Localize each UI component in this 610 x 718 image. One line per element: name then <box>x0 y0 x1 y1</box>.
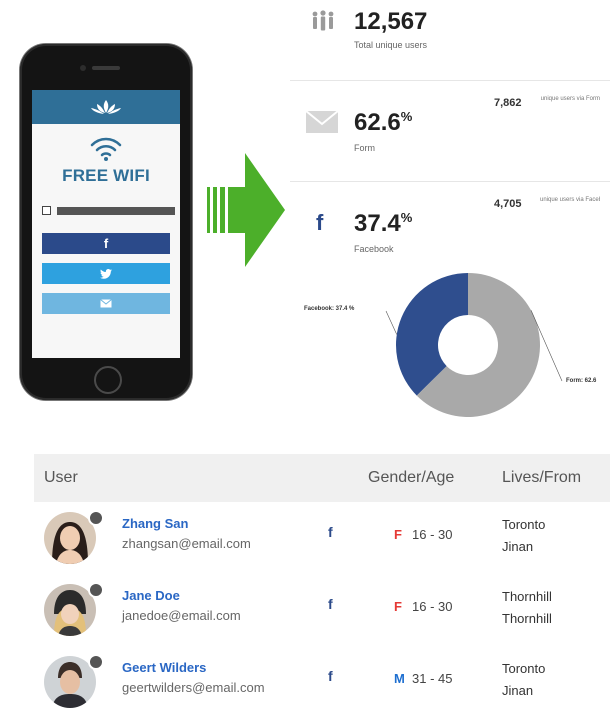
terms-checkbox-row[interactable] <box>42 206 180 215</box>
user-email: geertwilders@email.com <box>122 680 265 695</box>
table-row[interactable]: Zhang San zhangsan@email.com f F 16 - 30… <box>34 502 610 574</box>
source-donut-chart <box>385 273 563 417</box>
donut-label-facebook: Facebook: 37.4 % <box>304 306 355 312</box>
facebook-login-button[interactable]: f <box>42 233 170 254</box>
phone-screen: FREE WIFI f <box>32 90 180 358</box>
email-icon <box>100 299 112 308</box>
from-city: Jinan <box>502 539 534 554</box>
twitter-icon <box>100 268 112 279</box>
status-badge <box>88 654 104 670</box>
wifi-icon <box>90 137 122 161</box>
facebook-source-icon: f <box>328 596 333 612</box>
table-header: User Gender/Age Lives/From <box>34 454 610 502</box>
status-badge <box>88 510 104 526</box>
terms-checkbox[interactable] <box>42 206 51 215</box>
home-button <box>94 366 122 394</box>
stats-panel: 12,567 Total unique users 62.6% Form 7,8… <box>290 0 610 420</box>
from-city: Jinan <box>502 683 534 698</box>
age-range: 16 - 30 <box>412 599 453 614</box>
lives-city: Toronto <box>502 517 546 532</box>
screen-header <box>32 90 180 124</box>
table-row[interactable]: Jane Doe janedoe@email.com f F 16 - 30 T… <box>34 574 610 646</box>
lives-city: Thornhill <box>502 589 552 604</box>
from-city: Thornhill <box>502 611 552 626</box>
user-email: zhangsan@email.com <box>122 536 251 551</box>
age-range: 31 - 45 <box>412 671 453 686</box>
speaker-slot <box>92 66 120 70</box>
status-badge <box>88 582 104 598</box>
right-arrow-icon <box>207 153 285 267</box>
header-user[interactable]: User <box>44 469 78 487</box>
facebook-source-icon: f <box>328 524 333 540</box>
users-table: User Gender/Age Lives/From Zhang San zha… <box>34 454 610 718</box>
free-wifi-title: FREE WIFI <box>62 166 150 185</box>
age-range: 16 - 30 <box>412 527 453 542</box>
gender-badge: F <box>394 527 402 542</box>
user-name[interactable]: Geert Wilders <box>122 660 206 675</box>
camera-dot <box>80 65 86 71</box>
email-login-button[interactable] <box>42 293 170 314</box>
lives-city: Toronto <box>502 661 546 676</box>
gender-badge: M <box>394 671 405 686</box>
user-email: janedoe@email.com <box>122 608 241 623</box>
header-lives-from[interactable]: Lives/From <box>502 469 581 487</box>
twitter-login-button[interactable] <box>42 263 170 284</box>
user-name[interactable]: Zhang San <box>122 516 188 531</box>
gender-badge: F <box>394 599 402 614</box>
facebook-source-icon: f <box>328 668 333 684</box>
terms-text-placeholder <box>57 206 175 215</box>
leader-line-facebook <box>385 310 398 335</box>
facebook-icon: f <box>103 236 109 251</box>
table-row[interactable]: Geert Wilders geertwilders@email.com f M… <box>34 646 610 718</box>
user-name[interactable]: Jane Doe <box>122 588 180 603</box>
phone-mockup: FREE WIFI f <box>20 44 192 400</box>
donut-label-form: Form: 62.6 <box>566 378 597 384</box>
lotus-logo-icon <box>91 100 121 114</box>
header-gender-age[interactable]: Gender/Age <box>368 469 454 487</box>
